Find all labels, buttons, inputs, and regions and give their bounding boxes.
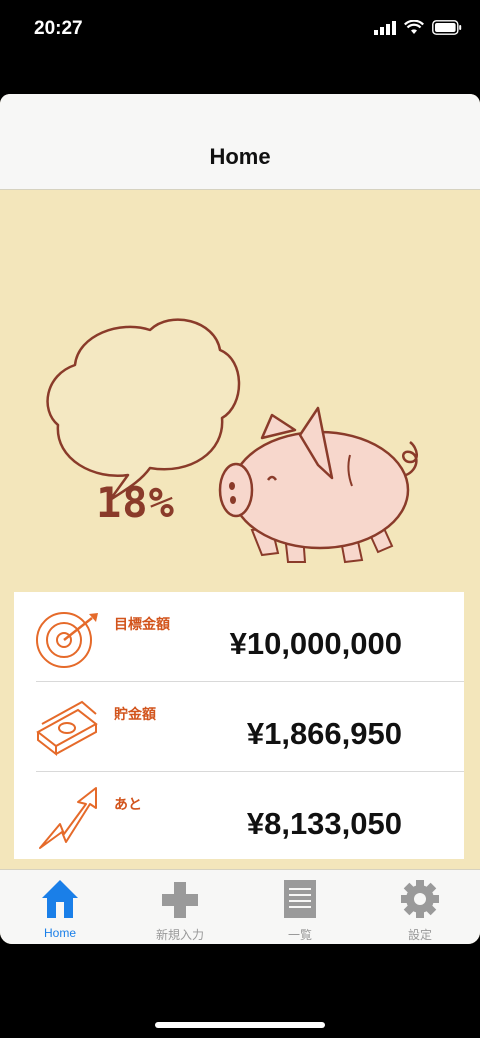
plus-icon — [162, 882, 198, 918]
tab-home[interactable]: Home — [0, 870, 120, 944]
goal-row: 目標金額 ¥10,000,000 — [14, 592, 464, 681]
remaining-amount: ¥8,133,050 — [246, 806, 402, 841]
remaining-label: あと — [114, 796, 142, 812]
tab-bar: Home 新規入力 一覧 設定 — [0, 869, 480, 944]
status-bar: 20:27 — [0, 0, 480, 60]
summary-card: 目標金額 ¥10,000,000 貯金額 ¥1,866,950 あと ¥8,13… — [14, 592, 464, 859]
tab-list-label: 一覧 — [287, 928, 312, 942]
gear-icon — [401, 880, 439, 918]
arrow-up-icon — [39, 787, 97, 849]
tab-list[interactable]: 一覧 — [240, 870, 360, 944]
piggy-bank-icon — [218, 406, 418, 564]
savings-row: 貯金額 ¥1,866,950 — [14, 682, 464, 771]
progress-percent: 18% — [96, 478, 175, 527]
target-icon — [36, 612, 98, 668]
tab-new-entry-label: 新規入力 — [155, 928, 204, 942]
status-time: 20:27 — [34, 18, 83, 39]
battery-icon — [432, 20, 462, 35]
savings-amount: ¥1,866,950 — [246, 716, 402, 751]
tab-settings[interactable]: 設定 — [360, 870, 480, 944]
page-title: Home — [209, 144, 271, 169]
home-icon — [42, 880, 78, 918]
tab-settings-label: 設定 — [407, 928, 432, 942]
savings-illustration: 18% — [0, 190, 480, 590]
money-stack-icon — [36, 700, 98, 757]
tab-new-entry[interactable]: 新規入力 — [120, 870, 240, 944]
navigation-bar: Home — [0, 94, 480, 190]
speech-bubble — [46, 318, 241, 502]
home-indicator[interactable] — [155, 1022, 325, 1028]
goal-amount: ¥10,000,000 — [229, 626, 402, 661]
goal-label: 目標金額 — [114, 616, 170, 632]
remaining-row: あと ¥8,133,050 — [14, 772, 464, 861]
savings-label: 貯金額 — [114, 706, 156, 722]
tab-home-label: Home — [43, 926, 76, 940]
wifi-icon — [404, 20, 424, 34]
cellular-signal-icon — [374, 20, 396, 35]
list-icon — [284, 880, 316, 918]
app-screen: Home 18% 目標金額 ¥10,000,000 貯金額 ¥1,866,950… — [0, 94, 480, 944]
